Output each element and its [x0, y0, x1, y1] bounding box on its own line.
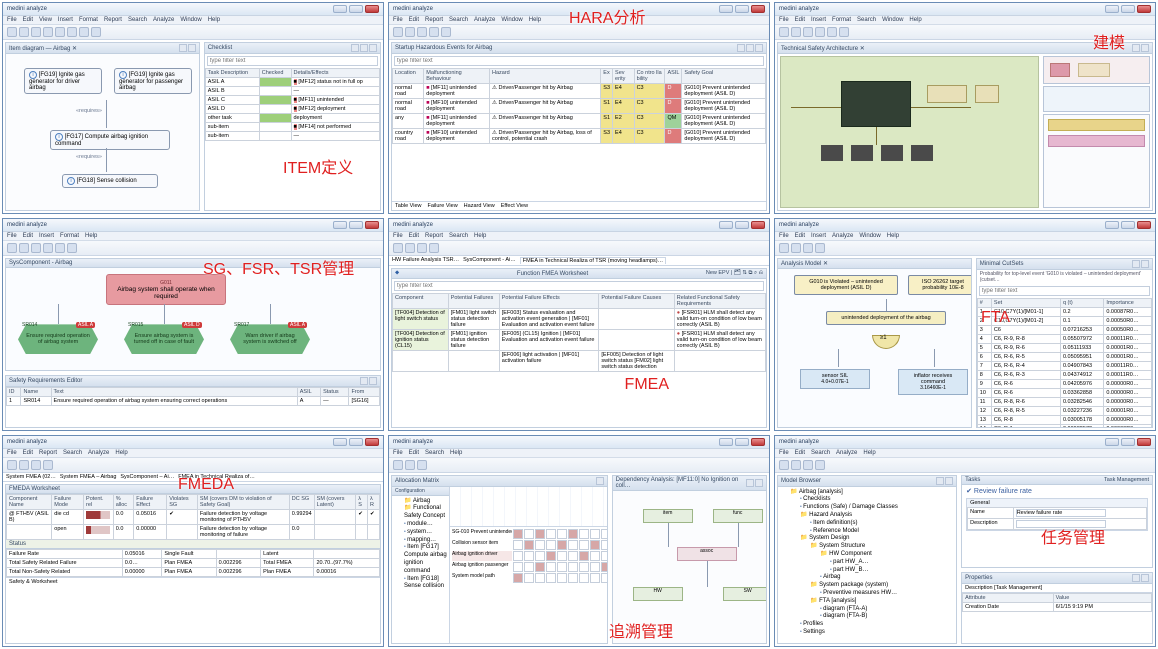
- hara-footer-tabs[interactable]: Table ViewFailure ViewHazard ViewEffect …: [392, 201, 766, 210]
- fmeda-footer[interactable]: Safety & Worksheet: [6, 577, 380, 586]
- filter-input[interactable]: [979, 286, 1150, 296]
- fmeda-worksheet-title: FMEDA Worksheet: [9, 486, 60, 492]
- filter-input[interactable]: [394, 281, 764, 291]
- diagram-pane: Item diagram — Airbag ✕ i [FG19] Ignite …: [5, 42, 200, 211]
- sg-hex-1[interactable]: Ensure required operation of airbag syst…: [18, 324, 98, 354]
- component[interactable]: [927, 85, 967, 103]
- fta-top[interactable]: G010 is Violated – unintended deployment…: [794, 275, 898, 295]
- props-title: Properties: [965, 575, 992, 581]
- tasks-title: Tasks: [965, 477, 980, 483]
- toolbar-icon[interactable]: [19, 27, 29, 37]
- cutset-table[interactable]: #Setq (t)Importance 1C10,C7Y(1)/[M01-1]0…: [977, 298, 1152, 426]
- toolbar-icon[interactable]: [31, 27, 41, 37]
- cutset-title: Minimal CutSets: [980, 261, 1024, 267]
- block-fg17[interactable]: i [FG17] Compute airbag ignition command: [50, 130, 170, 150]
- block-fg19-passenger[interactable]: i [FG19] Ignite gas generator for passen…: [114, 68, 192, 94]
- panel-fmeda: FMEDA medini analyze FileEditReportSearc…: [2, 435, 384, 647]
- task-name: ✔ Review failure rate: [966, 487, 1148, 495]
- toolbar-icon[interactable]: [55, 27, 65, 37]
- side-block[interactable]: [1043, 114, 1150, 208]
- fmea-table[interactable]: ComponentPotential FailuresPotential Fai…: [392, 293, 766, 372]
- sg-hex-3[interactable]: Warn driver if airbag system is switched…: [230, 324, 310, 354]
- fta-ev1[interactable]: sensor SIL4.0+0.07E-1: [800, 369, 870, 389]
- arch-tab[interactable]: Technical Safety Architecture ✕: [781, 45, 865, 52]
- small-chip[interactable]: [851, 145, 873, 161]
- hara-table[interactable]: LocationMalfunctioning BehaviourHazard E…: [392, 68, 766, 144]
- status-table: Failure Rate0.05016Single FaultLatent To…: [6, 549, 380, 577]
- matrix-title: Allocation Matrix: [395, 478, 439, 484]
- block-fg18[interactable]: i [FG18] Sense collision: [62, 174, 158, 188]
- toolbar[interactable]: [3, 25, 383, 40]
- small-chip[interactable]: [911, 145, 933, 161]
- sg-root[interactable]: G011Airbag system shall operate when req…: [106, 274, 226, 305]
- task-desc-input[interactable]: [1016, 520, 1106, 528]
- sg-hex-2[interactable]: Ensure airbag system is turned off in ca…: [124, 324, 204, 354]
- props-table: AttributeValue Creation Date6/1/15 9:19 …: [962, 593, 1152, 612]
- checklist-table[interactable]: Task DescriptionCheckedDetails/Effects A…: [205, 68, 380, 141]
- filter-input[interactable]: [394, 56, 764, 66]
- diagram-tab[interactable]: Item diagram — Airbag ✕: [9, 45, 77, 52]
- task-fields[interactable]: Name Description: [967, 507, 1147, 530]
- window-buttons[interactable]: [333, 5, 379, 13]
- block-fg19-driver[interactable]: i [FG19] Ignite gas generator for driver…: [24, 68, 102, 94]
- fta-ev2[interactable]: inflator receives command3.16460E-1: [898, 369, 968, 395]
- fmeda-tabs[interactable]: System FMEA (02…System FMEA – AirbagSysC…: [3, 473, 383, 482]
- menubar[interactable]: FileEditViewInsertFormatReportSearchAnal…: [3, 16, 383, 25]
- component[interactable]: [975, 85, 999, 103]
- requires-label: «requires»: [76, 108, 102, 114]
- fmeda-table[interactable]: Component NameFailure ModePotent. rel% a…: [6, 494, 380, 540]
- fta-target: ISO 26262 target probability 10E-8: [908, 275, 972, 295]
- app-title: medini analyze: [7, 6, 47, 12]
- fta-mid[interactable]: unintended deployment of the airbag: [826, 311, 946, 325]
- circuit-canvas[interactable]: [780, 56, 1039, 208]
- allocation-matrix[interactable]: SG-010 Prevent unintended… Collision sen…: [450, 527, 607, 585]
- small-chip[interactable]: [881, 145, 903, 161]
- chip-main[interactable]: [841, 81, 911, 127]
- toolbar-icon[interactable]: [91, 27, 101, 37]
- model-browser-title: Model Browser: [781, 478, 821, 484]
- checklist-title: Checklist: [208, 45, 232, 51]
- side-block[interactable]: [1043, 56, 1150, 84]
- config-tree[interactable]: Airbag Functional Safety Concept module……: [392, 496, 449, 594]
- fmea-worksheet-title: Function FMEA Worksheet: [517, 271, 588, 277]
- panel-item-definition: ITEM定义 medini analyze FileEditViewInsert…: [2, 2, 384, 214]
- panel-fmea: FMEA medini analyze FileEditReportSearch…: [388, 218, 770, 430]
- panel-traceability: 追溯管理 medini analyze FileEditSearchHelp A…: [388, 435, 770, 647]
- sg-tab[interactable]: SysComponent - Airbag: [9, 260, 72, 266]
- toolbar-icon[interactable]: [7, 27, 17, 37]
- close-button[interactable]: [365, 5, 379, 13]
- status-title: Status: [9, 541, 26, 547]
- req-editor-table[interactable]: IDNameTextASILStatusFrom 1SR014Ensure re…: [6, 387, 380, 406]
- hara-worksheet-title: Startup Hazardous Events for Airbag: [395, 45, 492, 51]
- req-editor-title: Safety Requirements Editor: [9, 378, 82, 384]
- titlebar: medini analyze: [3, 3, 383, 16]
- panel-fta: FTA medini analyze FileEditInsertAnalyze…: [774, 218, 1156, 430]
- panel-modeling: 建模 medini analyze FileEditInsertFormatSe…: [774, 2, 1156, 214]
- model-tree[interactable]: Airbag [analysis] Checklists Functions (…: [778, 487, 956, 643]
- toolbar-icon[interactable]: [79, 27, 89, 37]
- fmea-tabs[interactable]: HW Failure Analysis TSR…SysComponent - A…: [389, 256, 769, 266]
- toolbar-icon[interactable]: [67, 27, 77, 37]
- small-chip[interactable]: [821, 145, 843, 161]
- panel-task-mgmt: 任务管理 medini analyze FileEditSearchAnalyz…: [774, 435, 1156, 647]
- panel-sg-fsr-tsr: SG、FSR、TSR管理 medini analyze FileEditInse…: [2, 218, 384, 430]
- minimize-button[interactable]: [333, 5, 347, 13]
- task-name-input[interactable]: [1016, 509, 1106, 517]
- side-block[interactable]: [1043, 86, 1150, 112]
- dep-graph[interactable]: item func assoc HW SW: [613, 491, 766, 643]
- checklist-pane: Checklist Task DescriptionCheckedDetails…: [204, 42, 381, 211]
- toolbar-icon[interactable]: [43, 27, 53, 37]
- maximize-button[interactable]: [349, 5, 363, 13]
- filter-input[interactable]: [207, 56, 378, 66]
- panel-hara: HARA分析 medini analyze FileEditReportSear…: [388, 2, 770, 214]
- dep-title: Dependency Analysis: [MF11:0] No Ignitio…: [616, 477, 746, 489]
